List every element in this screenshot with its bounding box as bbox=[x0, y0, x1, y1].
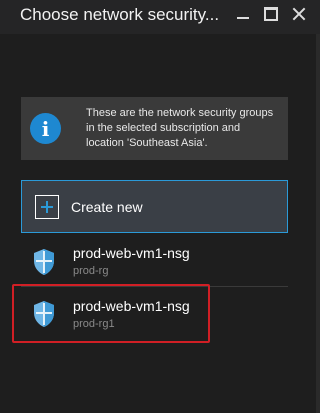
nsg-list-item[interactable]: prod-web-vm1-nsg prod-rg1 bbox=[21, 289, 288, 339]
create-new-button[interactable]: Create new bbox=[21, 180, 288, 233]
plus-icon bbox=[35, 194, 59, 219]
nsg-resource-group: prod-rg1 bbox=[73, 317, 115, 330]
info-text: These are the network security groups in… bbox=[86, 107, 274, 149]
nsg-name: prod-web-vm1-nsg bbox=[73, 297, 190, 314]
info-icon: i bbox=[30, 113, 61, 144]
shield-icon bbox=[34, 248, 54, 275]
nsg-name: prod-web-vm1-nsg bbox=[73, 245, 190, 261]
blade-header: Choose network security... bbox=[0, 0, 320, 34]
nsg-resource-group: prod-rg bbox=[73, 265, 109, 277]
create-new-label: Create new bbox=[71, 198, 143, 215]
close-icon[interactable] bbox=[292, 7, 306, 21]
blade-title: Choose network security... bbox=[20, 5, 220, 24]
info-box: i These are the network security groups … bbox=[21, 97, 288, 160]
window-controls bbox=[236, 7, 306, 21]
maximize-icon[interactable] bbox=[264, 7, 278, 21]
shield-icon bbox=[34, 301, 54, 327]
scrollbar[interactable] bbox=[316, 34, 320, 413]
nsg-list-item[interactable]: prod-web-vm1-nsg prod-rg bbox=[21, 237, 288, 287]
minimize-icon[interactable] bbox=[236, 7, 250, 21]
